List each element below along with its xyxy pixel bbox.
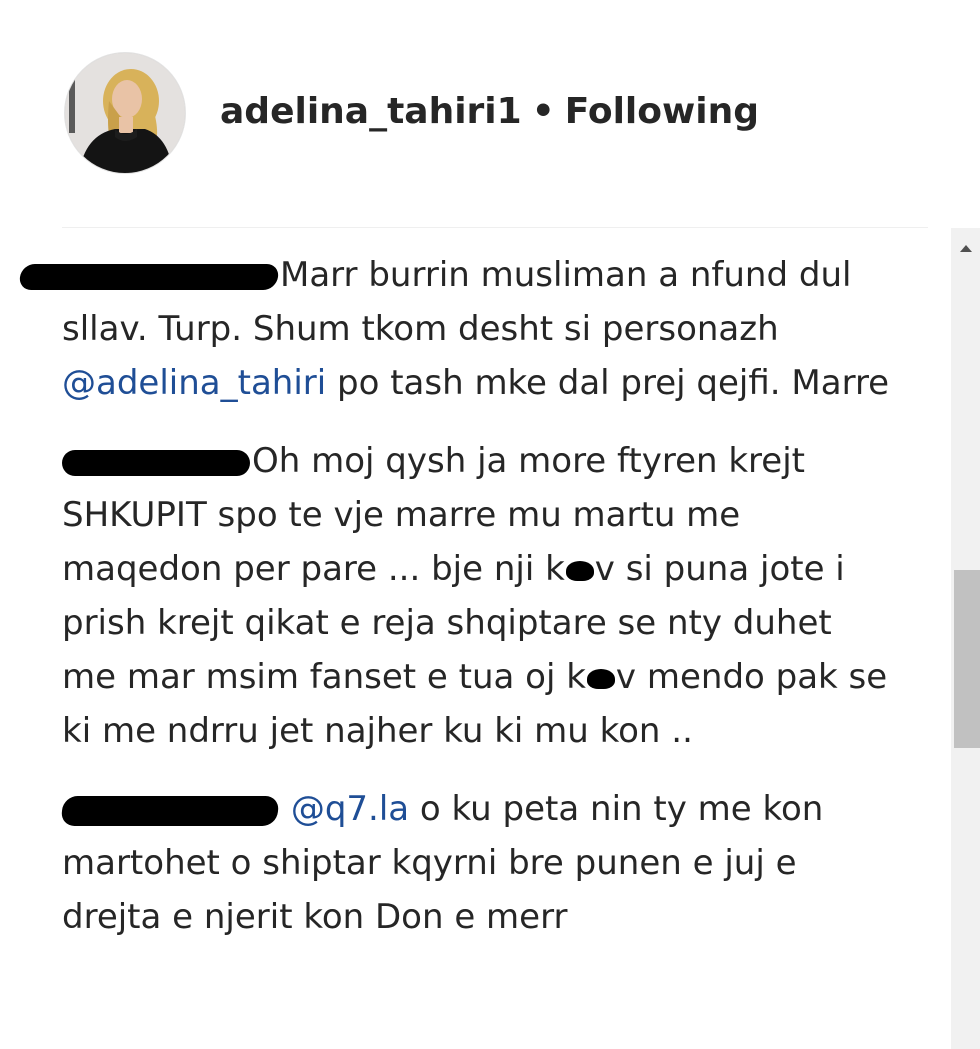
redacted-username xyxy=(18,263,280,290)
vertical-scrollbar[interactable] xyxy=(951,228,980,1049)
avatar-photo-icon xyxy=(65,53,185,173)
redacted-username xyxy=(62,449,250,476)
mention-link[interactable]: @adelina_tahiri xyxy=(62,363,326,403)
chevron-up-icon[interactable] xyxy=(951,228,980,268)
comments-list: Marr burrin musliman a nfund dul sllav. … xyxy=(0,248,940,968)
redacted-username xyxy=(60,795,280,826)
scrollbar-thumb[interactable] xyxy=(954,570,980,748)
comment: @q7.la o ku peta nin ty me kon martohet … xyxy=(0,782,892,944)
comment: Oh moj qysh ja more ftyren krejt SHKUPIT… xyxy=(0,434,892,758)
comment: Marr burrin musliman a nfund dul sllav. … xyxy=(0,248,892,410)
mention-link[interactable]: @q7.la xyxy=(291,789,409,829)
separator-dot: • xyxy=(531,91,555,132)
redacted-word xyxy=(565,560,594,581)
username-link[interactable]: adelina_tahiri1 xyxy=(220,91,522,132)
post-author-line: adelina_tahiri1 • Following xyxy=(220,90,759,134)
comment-text: po tash mke dal prej qejfi. Marre xyxy=(326,363,890,403)
post-header: adelina_tahiri1 • Following xyxy=(0,0,930,228)
avatar[interactable] xyxy=(64,52,186,174)
redacted-word xyxy=(586,668,615,689)
following-button[interactable]: Following xyxy=(565,91,759,132)
header-divider xyxy=(62,227,928,228)
instagram-post-comments: adelina_tahiri1 • Following Marr burrin mu… xyxy=(0,0,980,1049)
